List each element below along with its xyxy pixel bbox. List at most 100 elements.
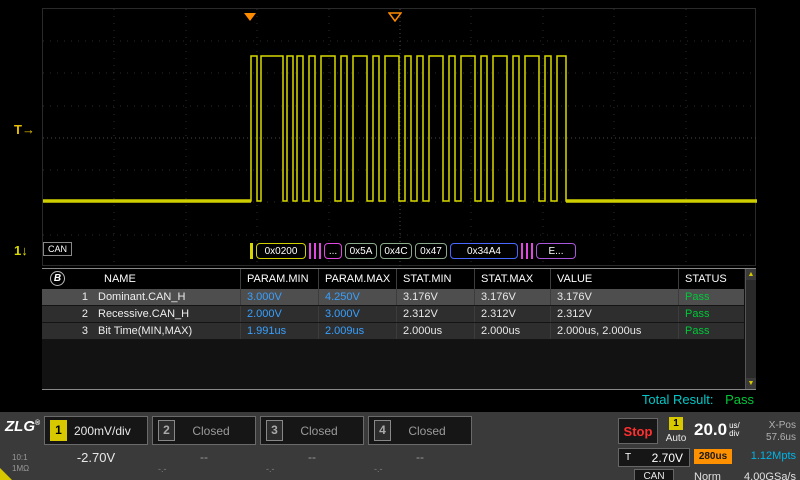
table-scrollbar[interactable]: ▲ ▼ (745, 269, 756, 389)
cell-stat-max: 3.176V (474, 289, 550, 305)
cell-param-max: 4.250V (318, 289, 396, 305)
decode-frame-crc: 0x34A4 (450, 243, 518, 259)
decode-frame-id: 0x0200 (256, 243, 306, 259)
delay-badge[interactable]: 280us (694, 449, 732, 464)
decode-frame-eof: E... (536, 243, 576, 259)
timebase-value: 20.0 (694, 420, 727, 440)
ch1-probe-info: 10:1 1MΩ (12, 452, 29, 474)
cell-param-min: 3.000V (240, 289, 318, 305)
channel2-badge: 2 (158, 420, 175, 441)
total-result-value: Pass (725, 392, 754, 407)
cell-stat-max: 2.000us (474, 323, 550, 339)
ch1-impedance: 1MΩ (12, 463, 29, 474)
channel2-offset: -- (152, 450, 256, 464)
channel1-box[interactable]: 1 200mV/div (44, 416, 148, 445)
cell-param-min: 2.000V (240, 306, 318, 322)
row-number: 2 (48, 306, 98, 322)
header-stat-max: STAT.MAX (474, 269, 550, 289)
row-number: 3 (48, 323, 98, 339)
decode-frame-data1: 0x5A (345, 243, 377, 259)
channel3-box[interactable]: 3 Closed (260, 416, 364, 445)
channel1-offset: -2.70V (44, 450, 148, 465)
table-row[interactable]: 3Bit Time(MIN,MAX) 1.991us 2.009us 2.000… (42, 323, 744, 340)
decode-frames: 0x0200 ... 0x5A 0x4C 0x47 0x34A4 E... (250, 241, 576, 261)
cell-value: 3.176V (550, 289, 678, 305)
delay-reference-marker[interactable] (388, 9, 402, 19)
cell-param-max: 2.009us (318, 323, 396, 339)
channel3-offset: -- (260, 450, 364, 464)
sample-rate: 4.00GSa/s (726, 471, 796, 480)
header-name: NAME (42, 269, 240, 289)
header-status: STATUS (678, 269, 744, 289)
brand-logo-icon: B (50, 271, 65, 286)
table-header-row: B NAME PARAM.MIN PARAM.MAX STAT.MIN STAT… (42, 269, 744, 289)
cell-stat-max: 2.312V (474, 306, 550, 322)
channel2-probe: -.- (158, 464, 167, 474)
cell-stat-min: 2.312V (396, 306, 474, 322)
channel4-probe: -.- (374, 464, 383, 474)
table-row[interactable]: 2Recessive.CAN_H 2.000V 3.000V 2.312V 2.… (42, 306, 744, 323)
total-result-label: Total Result: (642, 392, 714, 407)
channel2-state: Closed (182, 424, 250, 438)
brand-logo: ZLG® (5, 418, 40, 435)
row-number: 1 (48, 289, 98, 305)
header-value: VALUE (550, 269, 678, 289)
channel3-badge: 3 (266, 420, 283, 441)
sof-tick (250, 243, 253, 259)
scroll-up-icon[interactable]: ▲ (746, 269, 756, 280)
decode-frame-data3: 0x47 (415, 243, 447, 259)
bus-type-box[interactable]: CAN (634, 469, 674, 480)
header-stat-min: STAT.MIN (396, 269, 474, 289)
cell-stat-min: 2.000us (396, 323, 474, 339)
trigger-source-badge: 1 (669, 417, 683, 430)
test-results-table: B NAME PARAM.MIN PARAM.MAX STAT.MIN STAT… (42, 268, 756, 390)
channel4-box[interactable]: 4 Closed (368, 416, 472, 445)
decode-bit-ticks (521, 243, 533, 259)
channel4-state: Closed (398, 424, 466, 438)
cell-stat-min: 3.176V (396, 289, 474, 305)
cell-status: Pass (678, 323, 744, 339)
corner-accent (0, 468, 12, 480)
can-decode-lane: CAN 0x0200 ... 0x5A 0x4C 0x47 0x34A4 E..… (42, 240, 756, 262)
oscilloscope-screen: T→ 1↓ CAN 0x0200 ... 0x5A 0x4C 0x47 0x34… (0, 0, 800, 480)
can-bus-badge[interactable]: CAN (43, 242, 72, 256)
status-bar: ZLG® 10:1 1MΩ 1 200mV/div -2.70V 2 Close… (0, 410, 800, 480)
channel4-offset: -- (368, 450, 472, 464)
total-result: Total Result: Pass (42, 392, 756, 407)
decode-bit-ticks (309, 243, 321, 259)
acquire-mode: Norm (694, 471, 721, 480)
trigger-level-label: T (625, 452, 631, 463)
memory-depth: 1.12Mpts (730, 450, 796, 462)
cell-param-min: 1.991us (240, 323, 318, 339)
trigger-level-box[interactable]: T 2.70V (618, 448, 690, 467)
table-row[interactable]: 1Dominant.CAN_H 3.000V 4.250V 3.176V 3.1… (42, 289, 744, 306)
cell-name: Dominant.CAN_H (98, 291, 185, 303)
channel1-scale: 200mV/div (74, 424, 131, 438)
channel3-state: Closed (290, 424, 358, 438)
grid-and-waveform (43, 9, 757, 267)
timebase-control[interactable]: 20.0 us/ div (694, 420, 740, 440)
decode-frame-dots: ... (324, 243, 342, 259)
scroll-down-icon[interactable]: ▼ (746, 378, 756, 389)
channel1-badge: 1 (50, 420, 67, 441)
cell-value: 2.312V (550, 306, 678, 322)
cell-name: Bit Time(MIN,MAX) (98, 325, 192, 337)
channel2-box[interactable]: 2 Closed (152, 416, 256, 445)
cell-value: 2.000us, 2.000us (550, 323, 678, 339)
channel1-position-marker[interactable]: 1↓ (14, 243, 28, 258)
trigger-mode: Auto (662, 433, 690, 444)
run-state-button[interactable]: Stop (618, 418, 658, 444)
trigger-source-group[interactable]: 1 Auto (662, 417, 690, 444)
x-position-value: 57.6us (738, 432, 796, 444)
trigger-level-value: 2.70V (652, 451, 683, 465)
channel3-probe: -.- (266, 464, 275, 474)
decode-frame-data2: 0x4C (380, 243, 412, 259)
graticule (42, 8, 756, 266)
ch1-probe-ratio: 10:1 (12, 452, 29, 463)
header-param-max: PARAM.MAX (318, 269, 396, 289)
trigger-level-marker[interactable]: T→ (14, 122, 35, 137)
channel4-badge: 4 (374, 420, 391, 441)
header-param-min: PARAM.MIN (240, 269, 318, 289)
cell-status: Pass (678, 306, 744, 322)
trigger-position-marker[interactable] (243, 9, 257, 19)
